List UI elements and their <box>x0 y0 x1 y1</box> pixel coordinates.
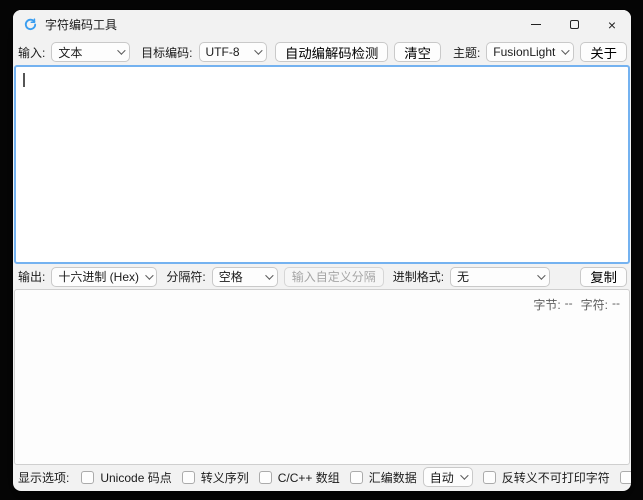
separator-value: 空格 <box>219 268 243 285</box>
copy-button[interactable]: 复制 <box>580 267 627 287</box>
input-type-value: 文本 <box>58 44 82 61</box>
chars-label: 字符: <box>581 296 608 313</box>
theme-select[interactable]: FusionLight <box>486 42 574 62</box>
output-display-area[interactable]: 字节: -- 字符: -- <box>14 289 630 465</box>
input-label: 输入: <box>18 44 45 61</box>
chevron-down-icon <box>460 471 468 479</box>
checkbox-unicode-codepoint[interactable]: Unicode 码点 <box>81 469 171 486</box>
output-options-bar: 输出: 十六进制 (Hex) 分隔符: 空格 进制格式: 无 复制 <box>13 264 631 289</box>
maximize-icon <box>570 20 579 29</box>
target-encoding-label: 目标编码: <box>141 44 192 61</box>
asm-data-value: 自动 <box>430 469 454 486</box>
target-encoding-select[interactable]: UTF-8 <box>199 42 268 62</box>
radix-format-select[interactable]: 无 <box>450 267 550 287</box>
checkbox-label: 反转义不可打印字符 <box>502 469 610 486</box>
checkbox-icon <box>182 471 195 484</box>
title-bar[interactable]: 字符编码工具 × <box>13 10 631 39</box>
checkbox-icon <box>620 471 631 484</box>
output-label: 输出: <box>18 268 45 285</box>
chars-value: -- <box>612 296 620 313</box>
byte-char-stats: 字节: -- 字符: -- <box>533 296 620 313</box>
about-button[interactable]: 关于 <box>580 42 627 62</box>
chevron-down-icon <box>117 46 125 54</box>
separator-select[interactable]: 空格 <box>212 267 278 287</box>
checkbox-icon <box>350 471 363 484</box>
top-toolbar: 输入: 文本 目标编码: UTF-8 自动编解码检测 清空 主题: Fusion… <box>13 39 631 65</box>
checkbox-label: C/C++ 数组 <box>278 469 340 486</box>
radix-format-label: 进制格式: <box>393 268 444 285</box>
close-button[interactable]: × <box>593 10 631 39</box>
chevron-down-icon <box>145 271 153 279</box>
checkbox-icon <box>483 471 496 484</box>
clear-button[interactable]: 清空 <box>394 42 441 62</box>
checkbox-asm-data[interactable]: 汇编数据 <box>350 469 417 486</box>
chevron-down-icon <box>537 271 545 279</box>
checkbox-append-nul[interactable]: 追加字符串结尾 NUL <box>620 469 631 486</box>
checkbox-icon <box>259 471 272 484</box>
radix-format-value: 无 <box>457 268 469 285</box>
display-options-bar: 显示选项: Unicode 码点 转义序列 C/C++ 数组 汇编数据 自动 反… <box>13 465 631 491</box>
minimize-button[interactable] <box>517 10 555 39</box>
theme-value: FusionLight <box>493 45 555 59</box>
checkbox-c-array[interactable]: C/C++ 数组 <box>259 469 340 486</box>
separator-label: 分隔符: <box>166 268 205 285</box>
app-icon <box>23 17 38 32</box>
output-format-select[interactable]: 十六进制 (Hex) <box>51 267 157 287</box>
bytes-value: -- <box>565 296 573 313</box>
checkbox-label: Unicode 码点 <box>100 469 171 486</box>
close-icon: × <box>608 18 616 32</box>
caption-buttons: × <box>517 10 631 39</box>
minimize-icon <box>531 24 541 25</box>
text-cursor <box>23 73 25 87</box>
output-format-value: 十六进制 (Hex) <box>58 268 139 285</box>
text-input-area[interactable] <box>14 65 630 264</box>
checkbox-label: 汇编数据 <box>369 469 417 486</box>
auto-detect-button[interactable]: 自动编解码检测 <box>275 42 388 62</box>
chevron-down-icon <box>265 271 273 279</box>
chevron-down-icon <box>254 46 262 54</box>
asm-data-select[interactable]: 自动 <box>423 467 473 487</box>
input-type-select[interactable]: 文本 <box>51 42 130 62</box>
theme-label: 主题: <box>453 44 480 61</box>
app-window: 字符编码工具 × 输入: 文本 目标编码: UTF-8 自动编解码检测 清空 主… <box>13 10 631 491</box>
checkbox-icon <box>81 471 94 484</box>
checkbox-escape-sequence[interactable]: 转义序列 <box>182 469 249 486</box>
custom-separator-input[interactable] <box>284 267 384 287</box>
maximize-button[interactable] <box>555 10 593 39</box>
checkbox-unescape-nonprintable[interactable]: 反转义不可打印字符 <box>483 469 610 486</box>
window-title: 字符编码工具 <box>45 16 117 33</box>
display-options-label: 显示选项: <box>18 469 69 486</box>
target-encoding-value: UTF-8 <box>206 45 240 59</box>
chevron-down-icon <box>562 46 570 54</box>
checkbox-label: 转义序列 <box>201 469 249 486</box>
bytes-label: 字节: <box>533 296 560 313</box>
